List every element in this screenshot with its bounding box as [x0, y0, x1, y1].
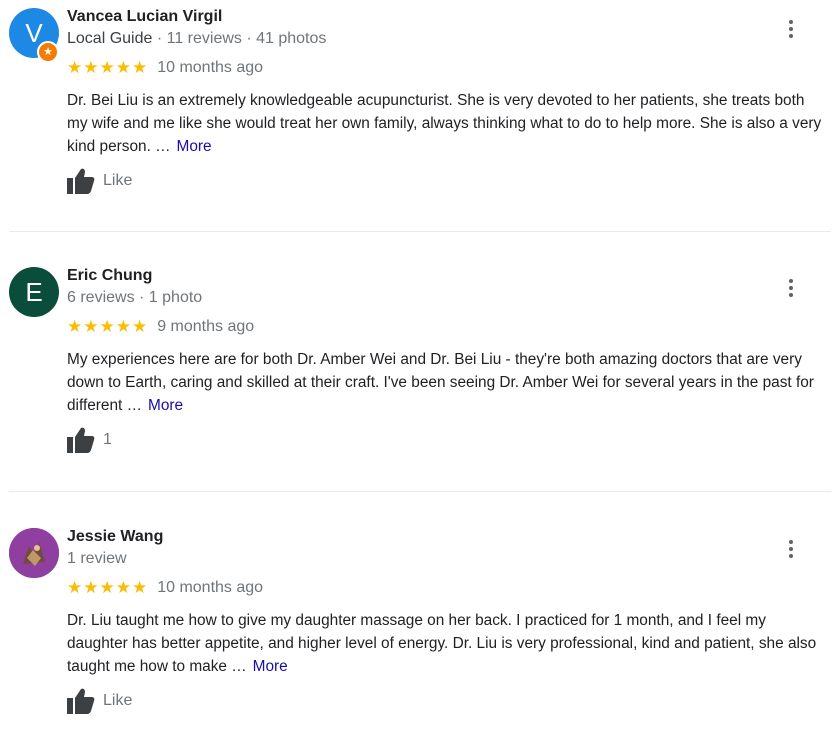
review-text-block: Dr. Bei Liu is an extremely knowledgeabl… — [67, 89, 827, 158]
like-count: 1 — [103, 431, 112, 448]
more-link[interactable]: More — [148, 397, 183, 414]
reviewer-meta: Local Guide · 11 reviews · 41 photos — [67, 30, 326, 48]
reviewer-name[interactable]: Eric Chung — [67, 267, 152, 285]
rating-row: ★★★★★ 10 months ago — [67, 58, 263, 78]
review-date: 10 months ago — [157, 579, 264, 596]
avatar[interactable]: E — [9, 267, 59, 317]
review-text-block: My experiences here are for both Dr. Amb… — [67, 348, 827, 417]
star-rating-icon: ★★★★★ — [67, 578, 149, 597]
rating-row: ★★★★★ 9 months ago — [67, 317, 254, 337]
local-guide-star-badge-icon: ★ — [37, 41, 59, 63]
reviewer-stats: 6 reviews · 1 photo — [67, 289, 203, 306]
profile-photo-icon — [9, 528, 59, 578]
like-label: Like — [103, 172, 133, 189]
like-button[interactable]: Like — [67, 688, 132, 714]
review-text: Dr. Liu taught me how to give my daughte… — [67, 612, 817, 675]
like-button[interactable]: 1 — [67, 427, 112, 453]
avatar-letter: E — [25, 276, 43, 307]
like-label: Like — [103, 692, 133, 709]
more-link[interactable]: More — [253, 658, 288, 675]
star-rating-icon: ★★★★★ — [67, 317, 149, 336]
local-guide-label: Local Guide — [67, 30, 153, 47]
reviewer-stats: · 11 reviews · 41 photos — [152, 30, 327, 47]
rating-row: ★★★★★ 10 months ago — [67, 578, 263, 598]
thumbs-up-icon — [67, 168, 95, 194]
more-options-icon[interactable] — [781, 17, 801, 41]
more-link[interactable]: More — [177, 138, 212, 155]
divider — [9, 231, 831, 232]
more-options-icon[interactable] — [781, 537, 801, 561]
avatar[interactable] — [9, 528, 59, 578]
star-rating-icon: ★★★★★ — [67, 58, 149, 77]
thumbs-up-icon — [67, 688, 95, 714]
reviewer-name[interactable]: Jessie Wang — [67, 528, 163, 546]
review-date: 10 months ago — [157, 59, 264, 76]
like-button[interactable]: Like — [67, 168, 132, 194]
reviewer-stats: 1 review — [67, 550, 127, 567]
review-text-block: Dr. Liu taught me how to give my daughte… — [67, 609, 827, 678]
thumbs-up-icon — [67, 427, 95, 453]
more-options-icon[interactable] — [781, 276, 801, 300]
reviewer-name[interactable]: Vancea Lucian Virgil — [67, 8, 222, 26]
divider — [9, 491, 831, 492]
review-date: 9 months ago — [157, 318, 255, 335]
